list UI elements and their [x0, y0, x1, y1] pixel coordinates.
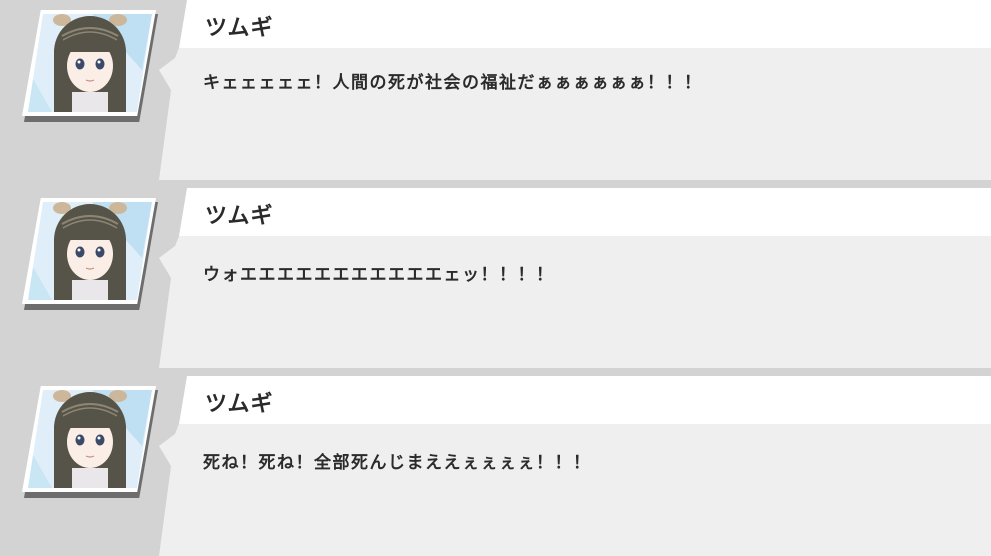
- character-avatar-icon: [28, 14, 152, 112]
- character-avatar-icon: [28, 390, 152, 488]
- avatar: [22, 198, 160, 310]
- message-text: ウォエエエエエエエエエエエェッ！！！！: [203, 265, 555, 285]
- avatar: [22, 10, 160, 122]
- chat-message-row[interactable]: ツムギ 死ね！死ね！全部死んじまええぇぇぇぇ！！！: [0, 376, 991, 556]
- chat-message-row[interactable]: ツムギ キェェェェェ！人間の死が社会の福祉だぁぁぁぁぁぁ！！！: [0, 0, 991, 180]
- speaker-name: ツムギ: [205, 204, 274, 229]
- speaker-name: ツムギ: [205, 16, 274, 41]
- chat-message-row[interactable]: ツムギ ウォエエエエエエエエエエエェッ！！！！: [0, 188, 991, 368]
- message-text: キェェェェェ！人間の死が社会の福祉だぁぁぁぁぁぁ！！！: [203, 73, 703, 93]
- speaker-name: ツムギ: [205, 392, 274, 417]
- message-text: 死ね！死ね！全部死んじまええぇぇぇぇ！！！: [203, 453, 592, 473]
- character-avatar-icon: [28, 202, 152, 300]
- avatar: [22, 386, 160, 498]
